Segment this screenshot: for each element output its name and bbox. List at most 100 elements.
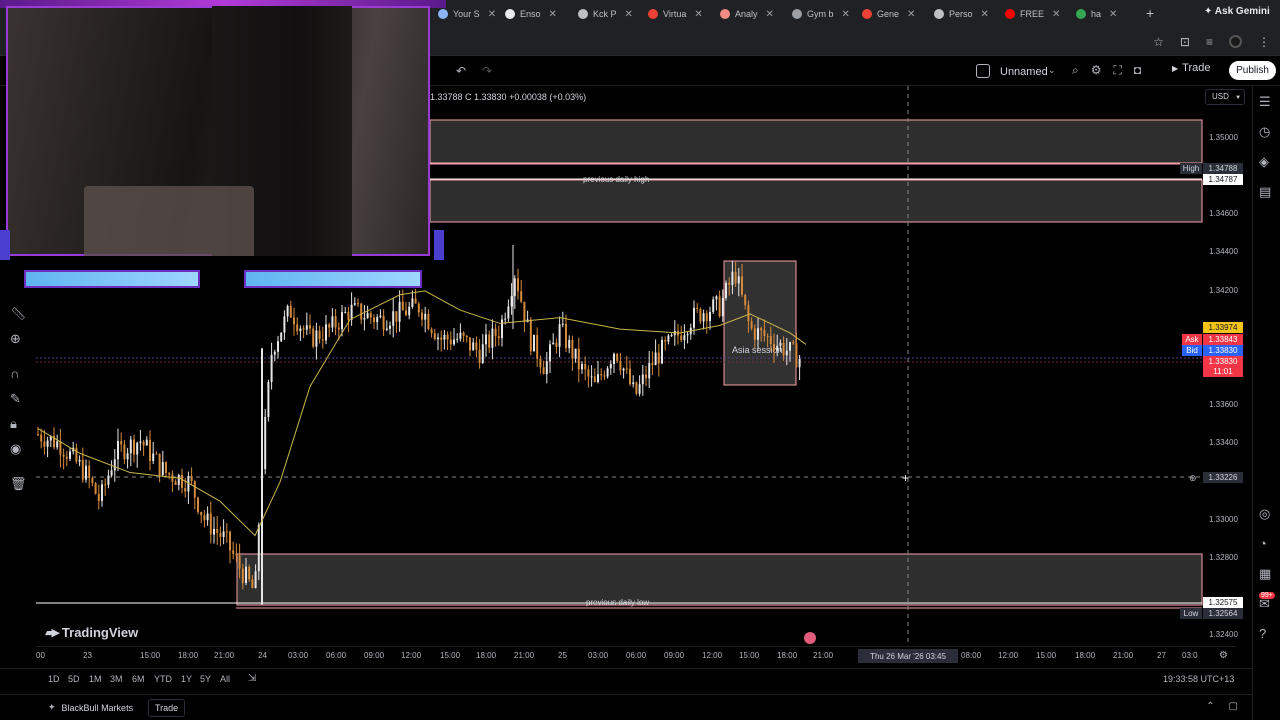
tab-close-icon[interactable]: ✕ — [488, 9, 496, 20]
browser-menu-icon[interactable]: ⋮ — [1258, 35, 1270, 49]
tab-close-icon[interactable]: ✕ — [1052, 9, 1060, 20]
clock[interactable]: 19:33:58 UTC+13 — [1163, 674, 1234, 684]
browser-tab[interactable]: Perso ✕ — [934, 4, 989, 24]
eye-icon[interactable]: ◉ — [10, 441, 21, 457]
time-axis-label: 15:00 — [1036, 651, 1057, 660]
new-tab-icon[interactable]: + — [1146, 5, 1154, 21]
browser-tab[interactable]: Gene ✕ — [862, 4, 915, 24]
candle-body — [229, 531, 231, 551]
tab-close-icon[interactable]: ✕ — [842, 9, 850, 20]
range-button-all[interactable]: All — [220, 674, 230, 684]
magnet-icon[interactable]: ∩ — [10, 366, 19, 381]
webcam-left-accent — [0, 230, 10, 260]
range-button-3m[interactable]: 3M — [110, 674, 123, 684]
range-button-1d[interactable]: 1D — [48, 674, 60, 684]
calendar-icon[interactable]: ▦ — [1259, 566, 1271, 582]
range-button-1m[interactable]: 1M — [89, 674, 102, 684]
candle-body — [37, 434, 39, 436]
chat-icon[interactable]: ▤ — [1259, 184, 1271, 200]
browser-tab[interactable]: Kck P ✕ — [578, 4, 633, 24]
undo-icon[interactable]: ↶ — [456, 64, 466, 78]
pie-icon[interactable]: ◔ — [1259, 536, 1267, 551]
browser-tab[interactable]: Analy ✕ — [720, 4, 774, 24]
profile-avatar[interactable] — [1229, 35, 1242, 48]
ask-gemini-button[interactable]: ✦ Ask Gemini — [1204, 6, 1270, 17]
support-zone — [236, 553, 1203, 606]
target-icon[interactable]: ◎ — [1259, 506, 1270, 522]
tab-close-icon[interactable]: ✕ — [625, 9, 633, 20]
tab-favicon-icon — [934, 9, 944, 19]
time-settings-icon[interactable]: ⚙ — [1219, 650, 1228, 661]
help-icon[interactable]: ? — [1259, 626, 1266, 641]
settings-icon[interactable]: ⚙ — [1091, 63, 1102, 78]
candle-body — [392, 311, 395, 326]
browser-tab[interactable]: Virtua ✕ — [648, 4, 703, 24]
crosshair-cursor-icon: + — [902, 471, 909, 485]
tab-close-icon[interactable]: ✕ — [694, 9, 702, 20]
browser-tab[interactable]: FREE ✕ — [1005, 4, 1060, 24]
tab-close-icon[interactable]: ✕ — [981, 9, 989, 20]
candle-body — [459, 332, 462, 339]
candle-body — [520, 291, 523, 302]
chevron-up-icon[interactable]: ⌃ — [1206, 701, 1214, 712]
range-button-1y[interactable]: 1Y — [181, 674, 192, 684]
broker-selector[interactable]: ✦ BlackBull Markets — [48, 702, 133, 713]
candle-body — [363, 318, 366, 320]
pencil-icon[interactable]: ✎ — [10, 391, 21, 407]
time-axis-label: 15:00 — [440, 651, 461, 660]
broker-logo-icon: ✦ — [48, 702, 56, 712]
lock-icon[interactable]: 🔒︎ — [10, 416, 17, 432]
candle-body — [539, 358, 542, 368]
candle-body — [558, 324, 561, 347]
trade-button[interactable]: ▶ Trade — [1172, 62, 1210, 74]
range-button-6m[interactable]: 6M — [132, 674, 145, 684]
candle-body — [117, 441, 119, 460]
ruler-icon[interactable]: 📏︎ — [10, 306, 27, 322]
reading-list-icon[interactable]: ≡ — [1206, 35, 1213, 49]
browser-tab[interactable]: Gym b ✕ — [792, 4, 850, 24]
candle-body — [174, 481, 177, 485]
bookmark-star-icon[interactable]: ☆ — [1153, 35, 1164, 49]
candle-body — [475, 342, 478, 350]
zoom-in-icon[interactable]: ⊕ — [10, 331, 21, 347]
camera-icon[interactable]: ◘ — [1134, 63, 1141, 78]
date-range-icon[interactable]: ⇲ — [248, 673, 256, 684]
chevron-down-icon[interactable]: ⌄ — [1048, 65, 1056, 76]
watchlist-icon[interactable]: ☰ — [1259, 94, 1271, 110]
range-button-5d[interactable]: 5D — [68, 674, 80, 684]
tab-close-icon[interactable]: ✕ — [766, 9, 774, 20]
tab-close-icon[interactable]: ✕ — [549, 9, 557, 20]
browser-tab[interactable]: ha ✕ — [1076, 4, 1117, 24]
browser-tab[interactable]: Enso ✕ — [505, 4, 557, 24]
candle-body — [782, 342, 785, 356]
layers-icon[interactable]: ◈ — [1259, 154, 1269, 170]
maximize-icon[interactable]: ▢ — [1229, 701, 1238, 712]
publish-button[interactable]: Publish — [1229, 61, 1276, 80]
time-axis[interactable]: 00 23 15:00 18:00 21:00 24 03:00 06:00 09:00 12:0… — [36, 646, 1236, 666]
search-icon[interactable]: ⌕ — [1072, 63, 1079, 78]
candle-body — [110, 470, 113, 476]
candle-body — [625, 368, 628, 370]
candle-body — [350, 304, 353, 320]
range-button-ytd[interactable]: YTD — [154, 674, 172, 684]
candle-body — [216, 528, 219, 533]
browser-tab[interactable]: Your S ✕ — [438, 4, 496, 24]
layout-name[interactable]: Unnamed — [1000, 66, 1048, 78]
alert-clock-icon[interactable]: ◷ — [1259, 124, 1270, 140]
candle-body — [158, 453, 161, 476]
redo-icon[interactable]: ↷ — [482, 64, 492, 78]
candle-body — [501, 319, 503, 339]
broker-trade-button[interactable]: Trade — [148, 699, 186, 717]
tab-close-icon[interactable]: ✕ — [1109, 9, 1117, 20]
extensions-icon[interactable]: ⊡ — [1180, 35, 1190, 49]
tab-close-icon[interactable]: ✕ — [907, 9, 915, 20]
trash-icon[interactable]: 🗑︎ — [10, 476, 27, 492]
range-button-5y[interactable]: 5Y — [200, 674, 211, 684]
candle-body — [213, 528, 215, 535]
low-value: 1.32564 — [1203, 608, 1243, 619]
tab-favicon-icon — [862, 9, 872, 19]
candle-body — [488, 334, 491, 348]
layout-icon[interactable] — [976, 64, 990, 78]
fullscreen-icon[interactable]: ⛶ — [1114, 63, 1122, 78]
currency-selector[interactable]: USD ▼ — [1205, 89, 1245, 105]
